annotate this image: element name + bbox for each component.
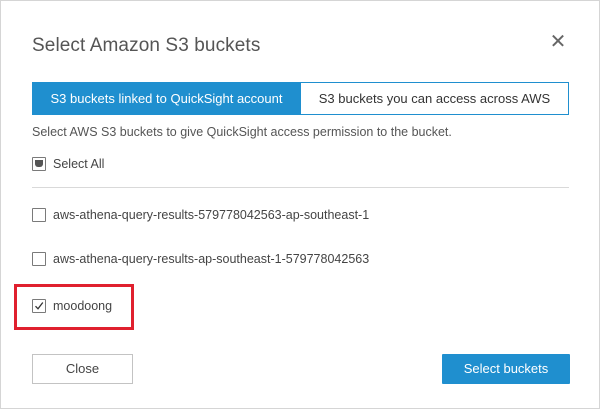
bucket-label: aws-athena-query-results-579778042563-ap… (53, 208, 370, 222)
bucket-row[interactable]: aws-athena-query-results-ap-southeast-1-… (32, 252, 369, 266)
tab-linked-buckets[interactable]: S3 buckets linked to QuickSight account (33, 83, 300, 114)
select-all-checkbox[interactable] (32, 157, 46, 171)
tab-accessible-buckets[interactable]: S3 buckets you can access across AWS (300, 83, 568, 114)
highlight-annotation-box (14, 284, 134, 330)
close-button[interactable]: Close (32, 354, 133, 384)
close-icon[interactable]: ✕ (547, 31, 569, 53)
dialog-title: Select Amazon S3 buckets (32, 35, 261, 56)
bucket-checkbox[interactable] (32, 252, 46, 266)
divider (32, 187, 569, 188)
select-all-label: Select All (53, 157, 105, 171)
select-all-row[interactable]: Select All (32, 157, 104, 171)
dialog-description: Select AWS S3 buckets to give QuickSight… (32, 125, 452, 139)
bucket-row[interactable]: aws-athena-query-results-579778042563-ap… (32, 208, 369, 222)
select-buckets-button[interactable]: Select buckets (442, 354, 570, 384)
bucket-checkbox[interactable] (32, 208, 46, 222)
select-s3-buckets-dialog: Select Amazon S3 buckets ✕ S3 buckets li… (0, 0, 600, 409)
bucket-source-tabs: S3 buckets linked to QuickSight account … (32, 82, 569, 115)
bucket-label: aws-athena-query-results-ap-southeast-1-… (53, 252, 370, 266)
